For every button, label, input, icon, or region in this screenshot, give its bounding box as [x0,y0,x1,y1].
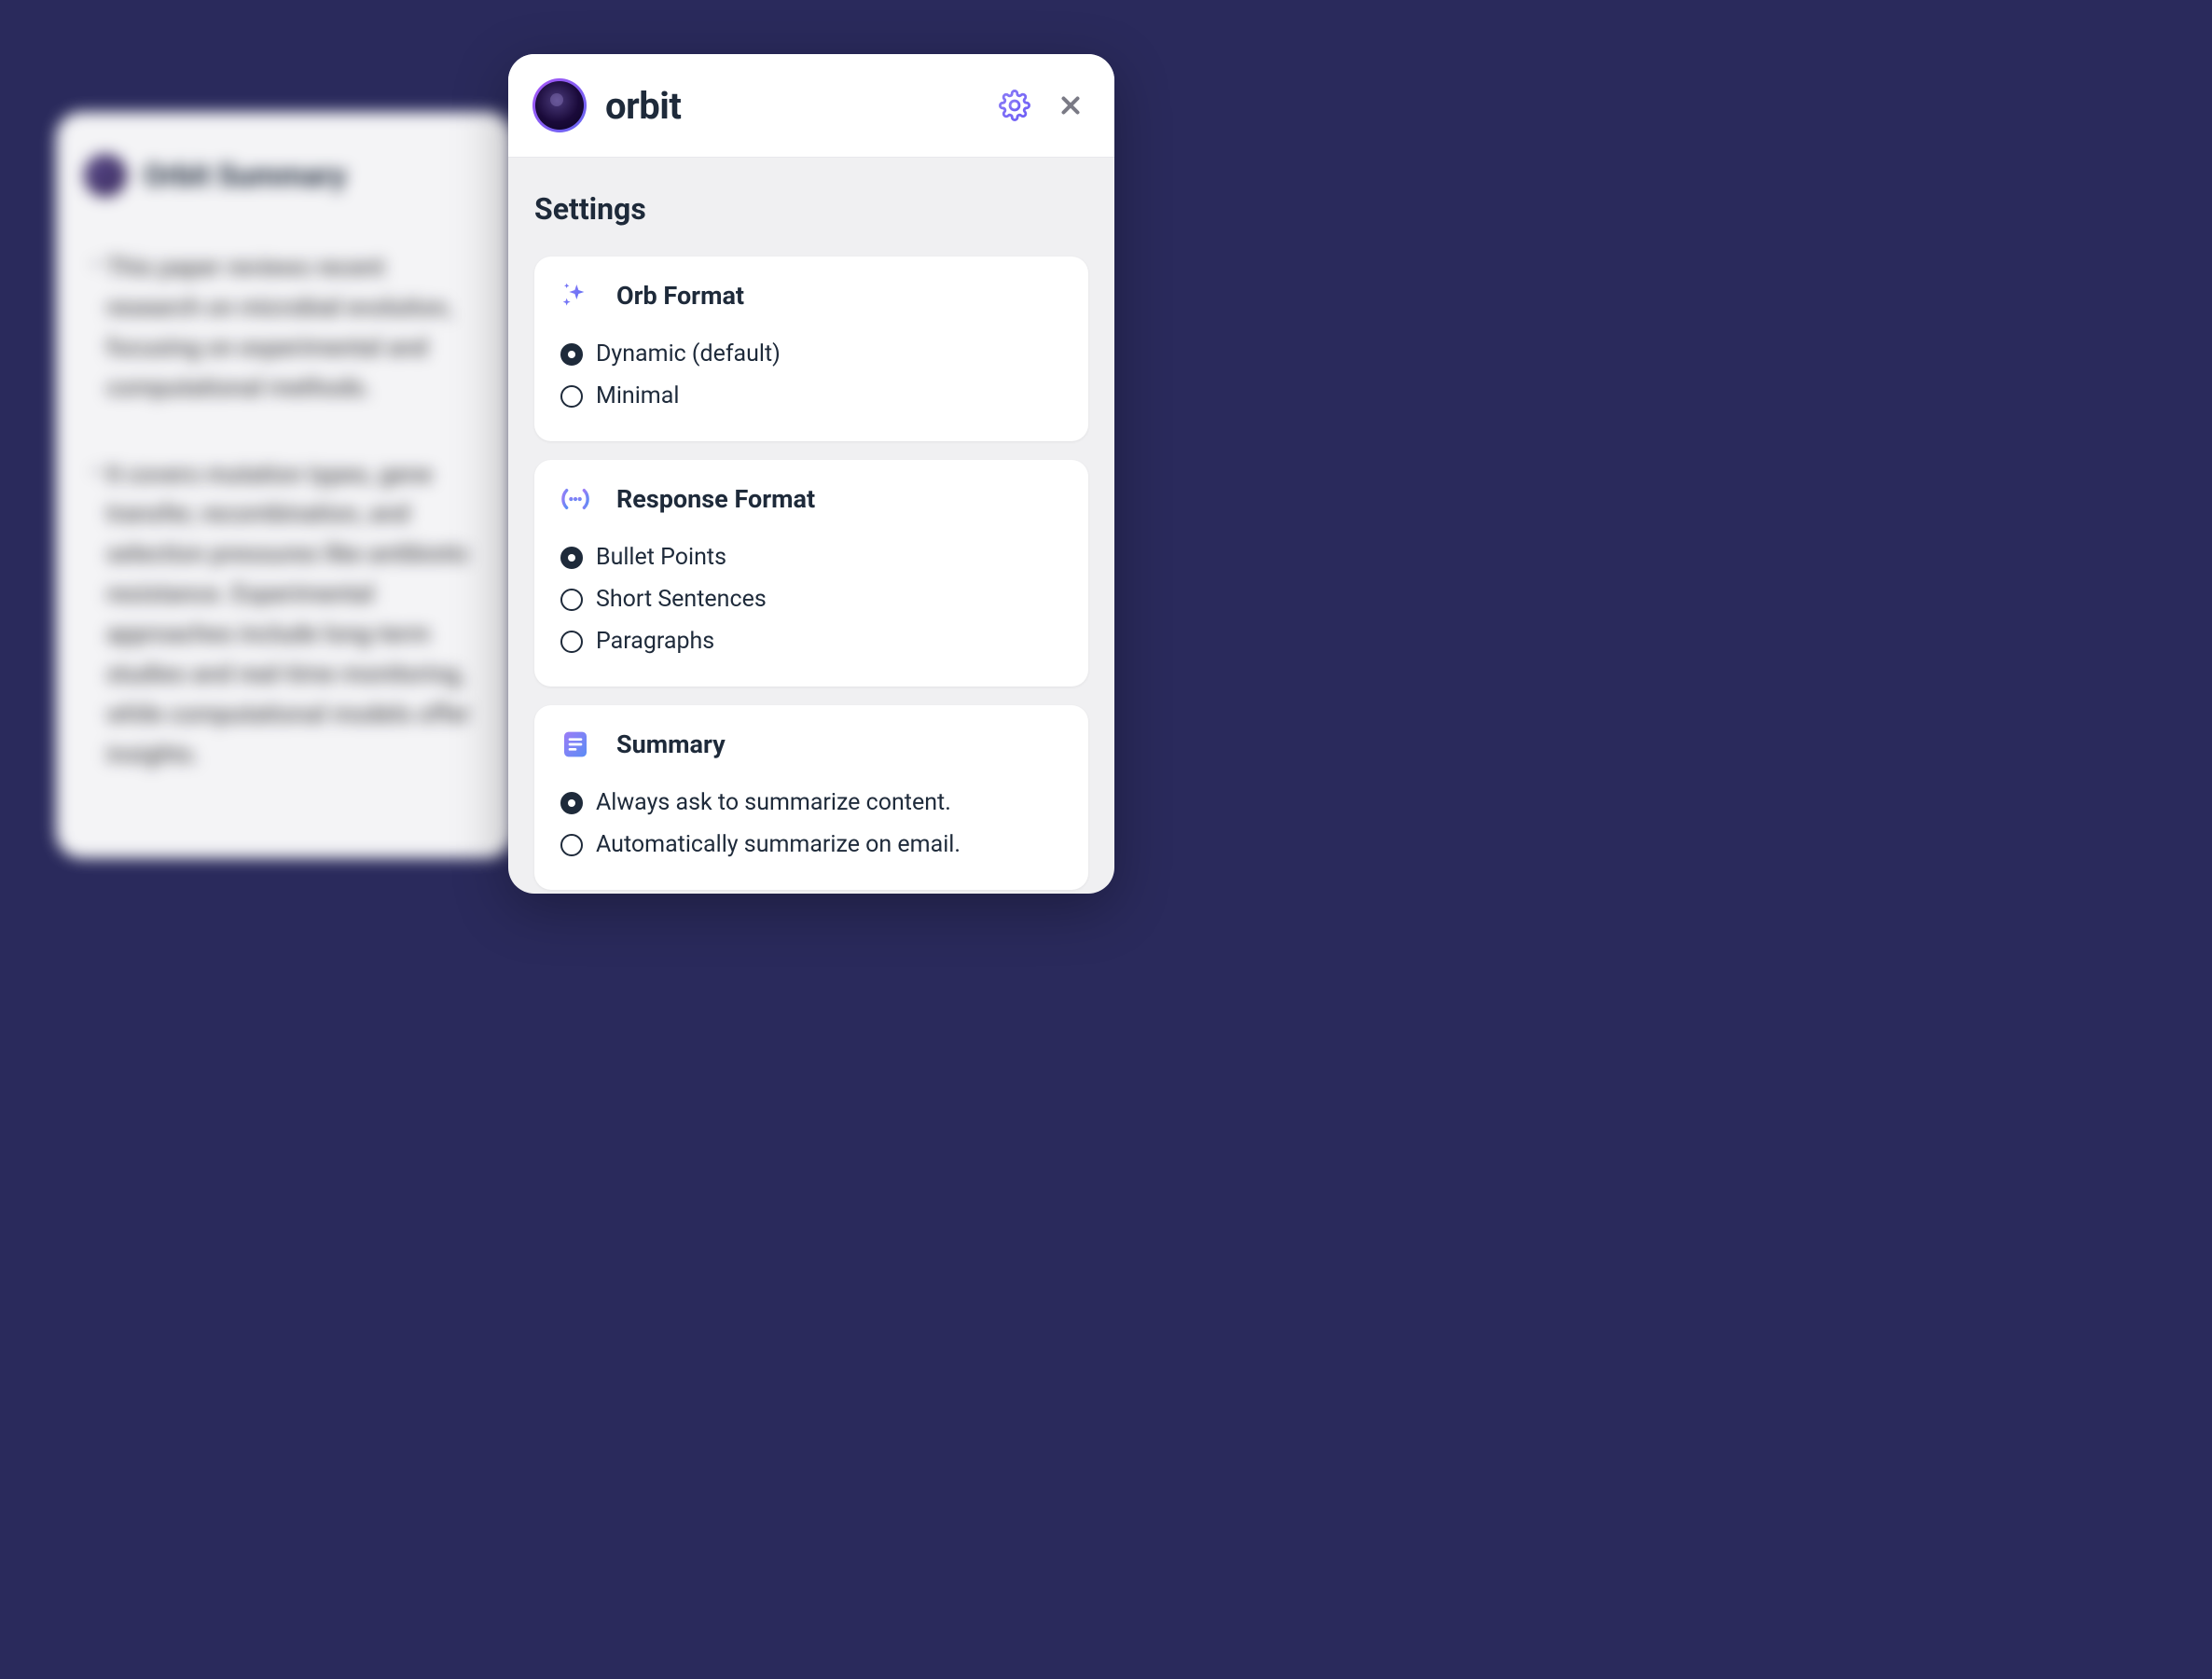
settings-panel: orbit Settings [508,54,1114,894]
radio-indicator [560,834,583,856]
orbit-logo-icon [532,78,587,132]
radio-label: Short Sentences [596,586,767,613]
radio-label: Automatically summarize on email. [596,831,961,858]
radio-label: Minimal [596,382,679,409]
radio-indicator [560,547,583,569]
close-icon[interactable] [1057,91,1085,119]
radio-dynamic[interactable]: Dynamic (default) [560,333,1062,375]
radio-paragraphs[interactable]: Paragraphs [560,620,1062,662]
section-title: Response Format [616,484,815,514]
bg-bullet-item: This paper reviews recent research on mi… [84,248,485,409]
radio-indicator [560,343,583,366]
radio-indicator [560,792,583,814]
section-title: Orb Format [616,281,744,311]
section-orb-format: Orb Format Dynamic (default) Minimal [534,257,1088,441]
section-summary: Summary Always ask to summarize content.… [534,705,1088,890]
settings-gear-icon[interactable] [999,90,1030,121]
radio-indicator [560,589,583,611]
radio-minimal[interactable]: Minimal [560,375,1062,417]
background-summary-card: Orbit Summary This paper reviews recent … [56,112,513,858]
section-response-format: Response Format Bullet Points Short Sent… [534,460,1088,687]
bg-bullet-item: It covers mutation types, gene transfer,… [84,455,485,775]
radio-bullet-points[interactable]: Bullet Points [560,536,1062,578]
panel-header: orbit [508,54,1114,158]
summary-icon [560,729,590,759]
radio-indicator [560,631,583,653]
radio-label: Always ask to summarize content. [596,789,951,816]
radio-always-ask[interactable]: Always ask to summarize content. [560,782,1062,824]
settings-heading: Settings [534,191,1088,227]
radio-short-sentences[interactable]: Short Sentences [560,578,1062,620]
radio-label: Paragraphs [596,628,714,655]
radio-indicator [560,385,583,408]
app-name: orbit [605,84,999,128]
radio-auto-email[interactable]: Automatically summarize on email. [560,824,1062,866]
section-title: Summary [616,729,726,759]
response-icon [560,484,590,514]
radio-label: Dynamic (default) [596,340,781,368]
bg-card-title: Orbit Summary [144,158,346,193]
orbit-logo-icon-bg [84,154,127,197]
sparkle-icon [560,281,590,311]
radio-label: Bullet Points [596,544,726,571]
